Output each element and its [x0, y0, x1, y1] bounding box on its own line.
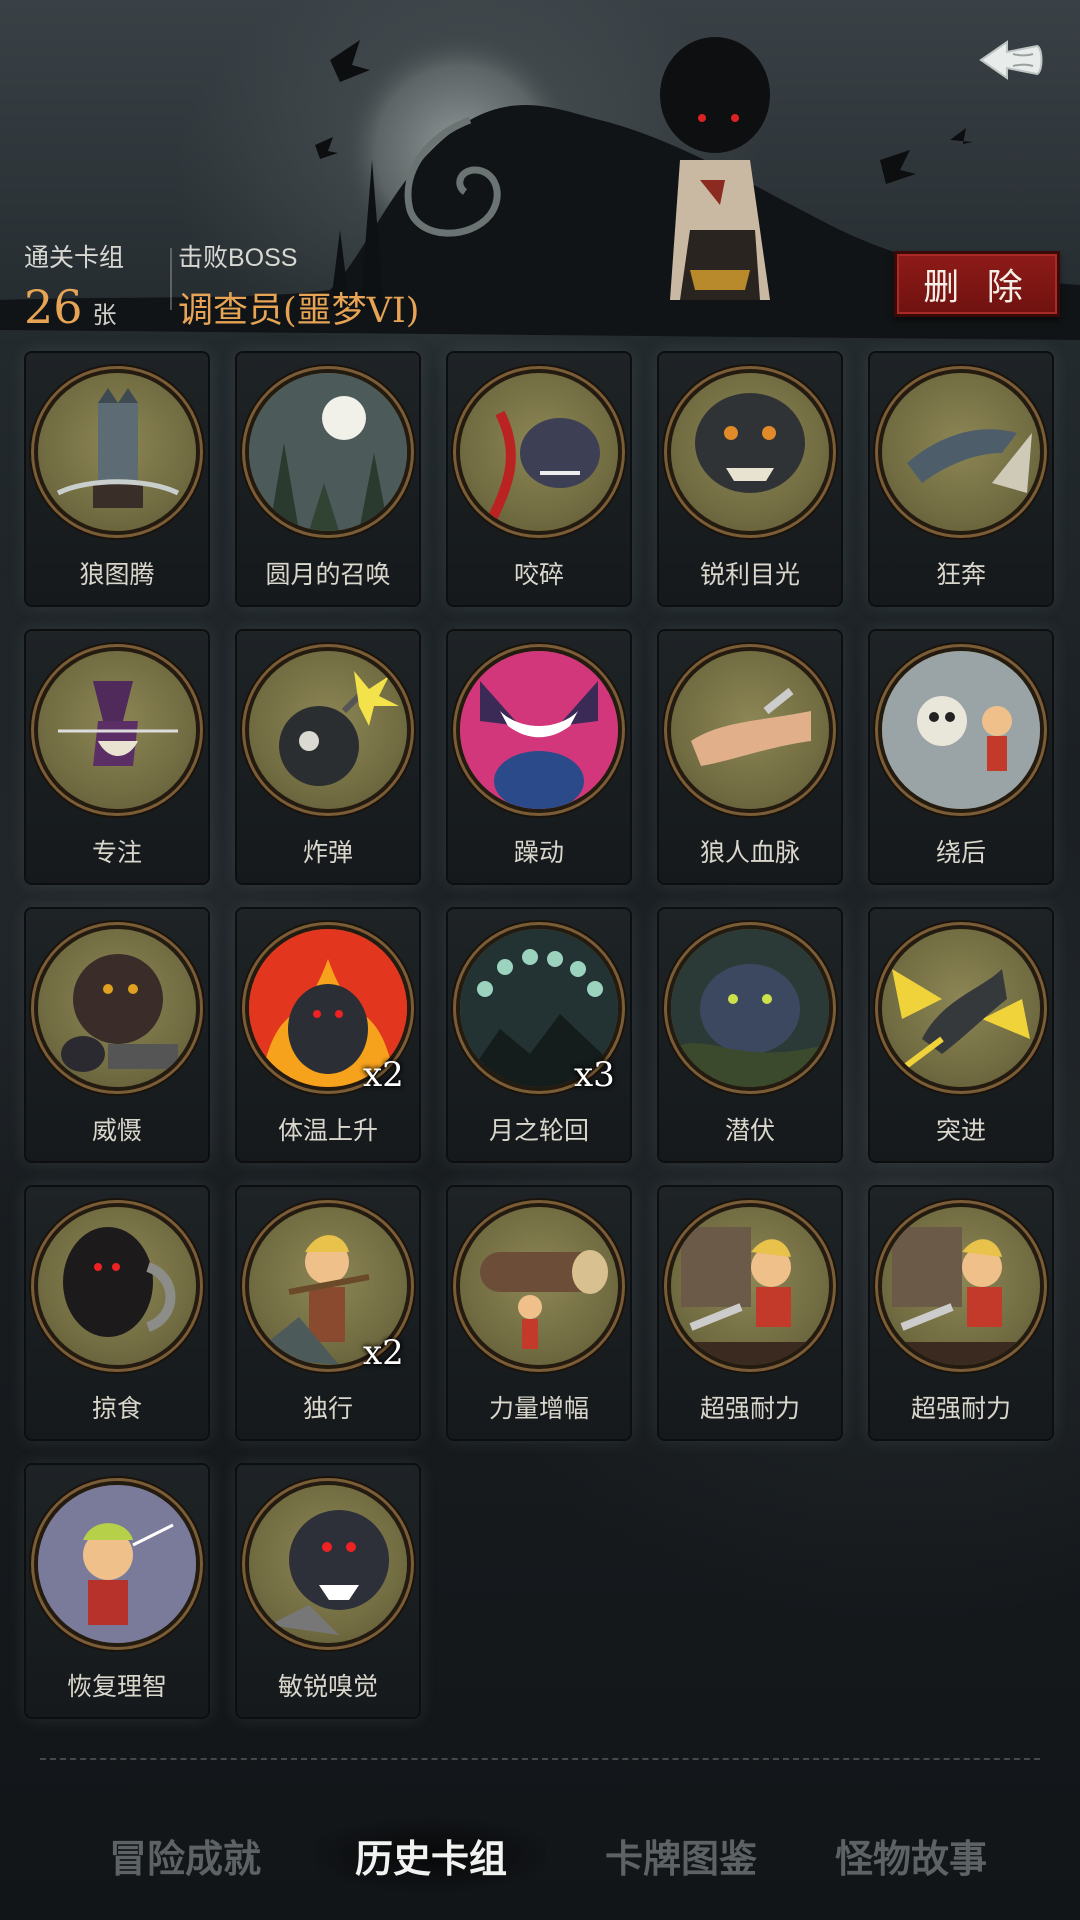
power-up-icon	[460, 1207, 618, 1365]
card-name: 威慑	[91, 1116, 142, 1145]
card-name: 绕后	[935, 838, 986, 867]
card-name: 敏锐嗅觉	[277, 1672, 378, 1701]
footer-divider	[40, 1758, 1040, 1760]
full-moon-icon	[249, 373, 407, 531]
card-name: 狂奔	[935, 560, 986, 589]
tab-card-codex[interactable]: 卡牌图鉴	[566, 1810, 796, 1900]
card-name: 狼人血脉	[699, 838, 800, 867]
lunge-icon	[882, 929, 1040, 1087]
card-name: 炸弹	[302, 838, 353, 867]
card-bomb[interactable]: 炸弹	[237, 631, 419, 883]
card-name: 力量增幅	[488, 1394, 589, 1423]
deck-stats: 通关卡组 26 张	[24, 238, 124, 334]
card-restore-sanity[interactable]: 恢复理智	[26, 1465, 208, 1717]
deck-unit: 张	[92, 301, 117, 329]
back-button[interactable]	[972, 28, 1052, 92]
card-endurance[interactable]: 超强耐力	[870, 1187, 1052, 1439]
tab-history-deck[interactable]: 历史卡组	[316, 1810, 546, 1900]
card-wolf-totem[interactable]: 狼图腾	[26, 353, 208, 605]
intimidate-icon	[38, 929, 196, 1087]
sprint-icon	[882, 373, 1040, 531]
card-name: 圆月的召唤	[265, 560, 391, 589]
delete-button[interactable]: 删 除	[894, 251, 1060, 317]
bottom-tabs: 冒险成就 历史卡组 卡牌图鉴 怪物故事	[0, 1810, 1080, 1900]
prey-icon	[38, 1207, 196, 1365]
card-sharp-gaze[interactable]: 锐利目光	[659, 353, 841, 605]
card-keen-smell[interactable]: 敏锐嗅觉	[237, 1465, 419, 1717]
card-frenzy[interactable]: 躁动	[448, 631, 630, 883]
card-flank[interactable]: 绕后	[870, 631, 1052, 883]
bomb-icon	[249, 651, 407, 809]
card-name: 超强耐力	[910, 1394, 1011, 1423]
card-multiplier: x2	[363, 1055, 404, 1095]
boss-name: 调查员(噩梦VI)	[178, 291, 420, 331]
deck-label: 通关卡组	[24, 244, 125, 272]
card-lone-walk[interactable]: x2 独行	[237, 1187, 419, 1439]
card-lurk[interactable]: 潜伏	[659, 909, 841, 1161]
history-deck-screen: 通关卡组 26 张 击败BOSS 调查员(噩梦VI) 删 除 狼图腾 圆月的召唤 咬…	[0, 0, 1080, 1920]
card-fever[interactable]: x2 体温上升	[237, 909, 419, 1161]
card-name: 掠食	[91, 1394, 142, 1423]
wolf-totem-icon	[38, 373, 196, 531]
card-lunge[interactable]: 突进	[870, 909, 1052, 1161]
card-name: 狼图腾	[79, 560, 155, 589]
restore-sanity-icon	[38, 1485, 196, 1643]
stats-divider	[170, 248, 172, 310]
lurk-icon	[671, 929, 829, 1087]
card-name: 恢复理智	[66, 1672, 167, 1701]
card-multiplier: x2	[363, 1333, 404, 1373]
card-grid: 狼图腾 圆月的召唤 咬碎 锐利目光 狂奔专注 炸弹 躁动 狼人血脉 绕后威慑 x2 体温上升 x3 月之…	[26, 353, 1052, 1717]
card-focus[interactable]: 专注	[26, 631, 208, 883]
card-endurance[interactable]: 超强耐力	[659, 1187, 841, 1439]
tab-achievements[interactable]: 冒险成就	[70, 1810, 300, 1900]
boss-info: 击败BOSS 调查员(噩梦VI)	[178, 238, 419, 333]
card-power-up[interactable]: 力量增幅	[448, 1187, 630, 1439]
back-arrow-icon	[979, 40, 1043, 80]
card-multiplier: x3	[574, 1055, 615, 1095]
card-name: 超强耐力	[699, 1394, 800, 1423]
card-name: 潜伏	[724, 1116, 775, 1145]
boss-label: 击败BOSS	[178, 244, 298, 272]
sharp-gaze-icon	[671, 373, 829, 531]
card-name: 专注	[91, 838, 142, 867]
card-name: 咬碎	[513, 560, 564, 589]
bite-icon	[460, 373, 618, 531]
card-name: 躁动	[513, 838, 564, 867]
card-name: 独行	[302, 1394, 353, 1423]
card-name: 突进	[935, 1116, 986, 1145]
card-full-moon[interactable]: 圆月的召唤	[237, 353, 419, 605]
card-werewolf-blood[interactable]: 狼人血脉	[659, 631, 841, 883]
endurance-icon	[882, 1207, 1040, 1365]
card-intimidate[interactable]: 威慑	[26, 909, 208, 1161]
card-bite[interactable]: 咬碎	[448, 353, 630, 605]
endurance-icon	[671, 1207, 829, 1365]
focus-icon	[38, 651, 196, 809]
card-sprint[interactable]: 狂奔	[870, 353, 1052, 605]
keen-smell-icon	[249, 1485, 407, 1643]
card-name: 月之轮回	[488, 1116, 589, 1145]
card-name: 体温上升	[277, 1116, 378, 1145]
flank-icon	[882, 651, 1040, 809]
frenzy-icon	[460, 651, 618, 809]
card-moon-cycle[interactable]: x3 月之轮回	[448, 909, 630, 1161]
card-name: 锐利目光	[699, 560, 800, 589]
tab-monster-stories[interactable]: 怪物故事	[796, 1810, 1026, 1900]
card-prey[interactable]: 掠食	[26, 1187, 208, 1439]
deck-count: 26	[24, 280, 83, 334]
werewolf-blood-icon	[671, 651, 829, 809]
